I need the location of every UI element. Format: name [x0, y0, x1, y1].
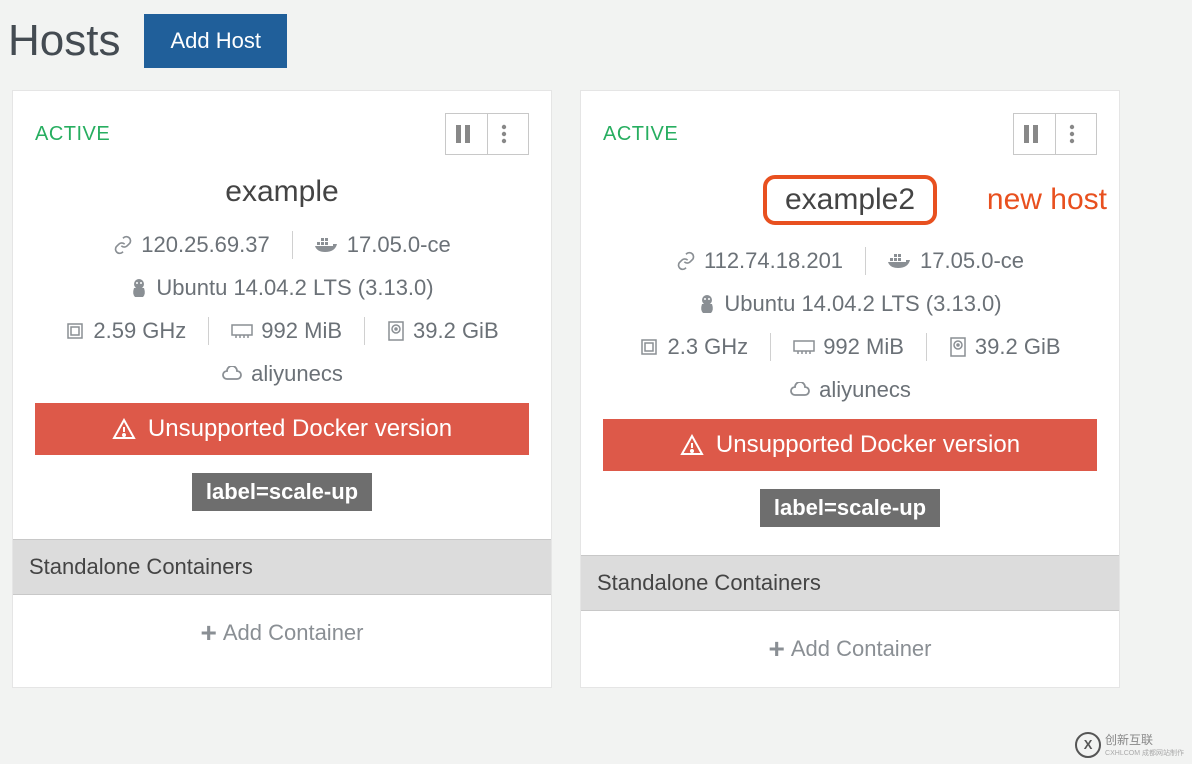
- cpu-icon: [639, 337, 659, 357]
- host-name: example: [225, 175, 338, 208]
- host-status: ACTIVE: [603, 123, 678, 146]
- docker-icon: [315, 236, 339, 254]
- warning-text: Unsupported Docker version: [148, 415, 452, 443]
- host-label: label=scale-up: [760, 489, 940, 527]
- watermark-sub: CXHLCOM 成都网站制作: [1105, 748, 1184, 758]
- docker-version-value: 17.05.0-ce: [347, 232, 451, 258]
- cloud-icon: [789, 382, 811, 398]
- add-container-label: Add Container: [791, 636, 932, 662]
- more-icon: [501, 124, 507, 144]
- link-icon: [676, 251, 696, 271]
- pause-button[interactable]: [1013, 113, 1055, 155]
- host-os: Ubuntu 14.04.2 LTS (3.13.0): [108, 275, 455, 301]
- host-memory: 992 MiB: [771, 334, 926, 360]
- watermark: X 创新互联 CXHLCOM 成都网站制作: [1075, 731, 1184, 758]
- host-provider: aliyunecs: [767, 377, 933, 403]
- provider-value: aliyunecs: [819, 377, 911, 403]
- host-ip: 120.25.69.37: [91, 232, 291, 258]
- cpu-value: 2.59 GHz: [93, 318, 186, 344]
- host-name: example2: [763, 175, 937, 225]
- linux-icon: [698, 294, 716, 314]
- disk-value: 39.2 GiB: [975, 334, 1061, 360]
- cpu-icon: [65, 321, 85, 341]
- os-value: Ubuntu 14.04.2 LTS (3.13.0): [156, 275, 433, 301]
- add-host-button[interactable]: Add Host: [144, 14, 287, 68]
- page-header: Hosts Add Host: [0, 0, 1192, 90]
- host-name-row: example2 new host: [603, 175, 1097, 225]
- add-container-label: Add Container: [223, 620, 364, 646]
- add-container-button[interactable]: + Add Container: [13, 595, 551, 671]
- more-icon: [1069, 124, 1075, 144]
- host-label: label=scale-up: [192, 473, 372, 511]
- os-value: Ubuntu 14.04.2 LTS (3.13.0): [724, 291, 1001, 317]
- host-disk: 39.2 GiB: [927, 334, 1083, 360]
- link-icon: [113, 235, 133, 255]
- warning-icon: [112, 418, 136, 440]
- host-cpu: 2.3 GHz: [617, 334, 770, 360]
- warning-icon: [680, 434, 704, 456]
- pause-icon: [1023, 125, 1039, 143]
- pause-icon: [455, 125, 471, 143]
- docker-version-value: 17.05.0-ce: [920, 248, 1024, 274]
- linux-icon: [130, 278, 148, 298]
- memory-value: 992 MiB: [261, 318, 342, 344]
- annotation-label: new host: [987, 183, 1107, 217]
- host-card: ACTIVE example: [12, 90, 552, 688]
- host-cpu: 2.59 GHz: [43, 318, 208, 344]
- memory-icon: [793, 339, 815, 355]
- memory-value: 992 MiB: [823, 334, 904, 360]
- warning-banner: Unsupported Docker version: [603, 419, 1097, 471]
- host-card: ACTIVE example2 new host: [580, 90, 1120, 688]
- host-name-row: example: [35, 175, 529, 209]
- docker-icon: [888, 252, 912, 270]
- host-actions: [445, 113, 529, 155]
- disk-value: 39.2 GiB: [413, 318, 499, 344]
- host-ip: 112.74.18.201: [654, 248, 865, 274]
- host-disk: 39.2 GiB: [365, 318, 521, 344]
- host-docker-version: 17.05.0-ce: [866, 248, 1046, 274]
- containers-section-header: Standalone Containers: [581, 555, 1119, 611]
- more-button[interactable]: [1055, 113, 1097, 155]
- provider-value: aliyunecs: [251, 361, 343, 387]
- warning-banner: Unsupported Docker version: [35, 403, 529, 455]
- host-os: Ubuntu 14.04.2 LTS (3.13.0): [676, 291, 1023, 317]
- more-button[interactable]: [487, 113, 529, 155]
- host-docker-version: 17.05.0-ce: [293, 232, 473, 258]
- host-actions: [1013, 113, 1097, 155]
- ip-value: 112.74.18.201: [704, 248, 843, 274]
- host-status: ACTIVE: [35, 123, 110, 146]
- plus-icon: +: [768, 633, 784, 665]
- host-memory: 992 MiB: [209, 318, 364, 344]
- add-container-button[interactable]: + Add Container: [581, 611, 1119, 687]
- disk-icon: [949, 337, 967, 357]
- hosts-grid: ACTIVE example: [0, 90, 1192, 688]
- plus-icon: +: [200, 617, 216, 649]
- containers-section-header: Standalone Containers: [13, 539, 551, 595]
- cloud-icon: [221, 366, 243, 382]
- pause-button[interactable]: [445, 113, 487, 155]
- watermark-brand: 创新互联: [1105, 733, 1153, 747]
- disk-icon: [387, 321, 405, 341]
- watermark-logo-icon: X: [1075, 732, 1101, 758]
- host-provider: aliyunecs: [199, 361, 365, 387]
- ip-value: 120.25.69.37: [141, 232, 269, 258]
- memory-icon: [231, 323, 253, 339]
- warning-text: Unsupported Docker version: [716, 431, 1020, 459]
- page-title: Hosts: [8, 16, 120, 66]
- cpu-value: 2.3 GHz: [667, 334, 748, 360]
